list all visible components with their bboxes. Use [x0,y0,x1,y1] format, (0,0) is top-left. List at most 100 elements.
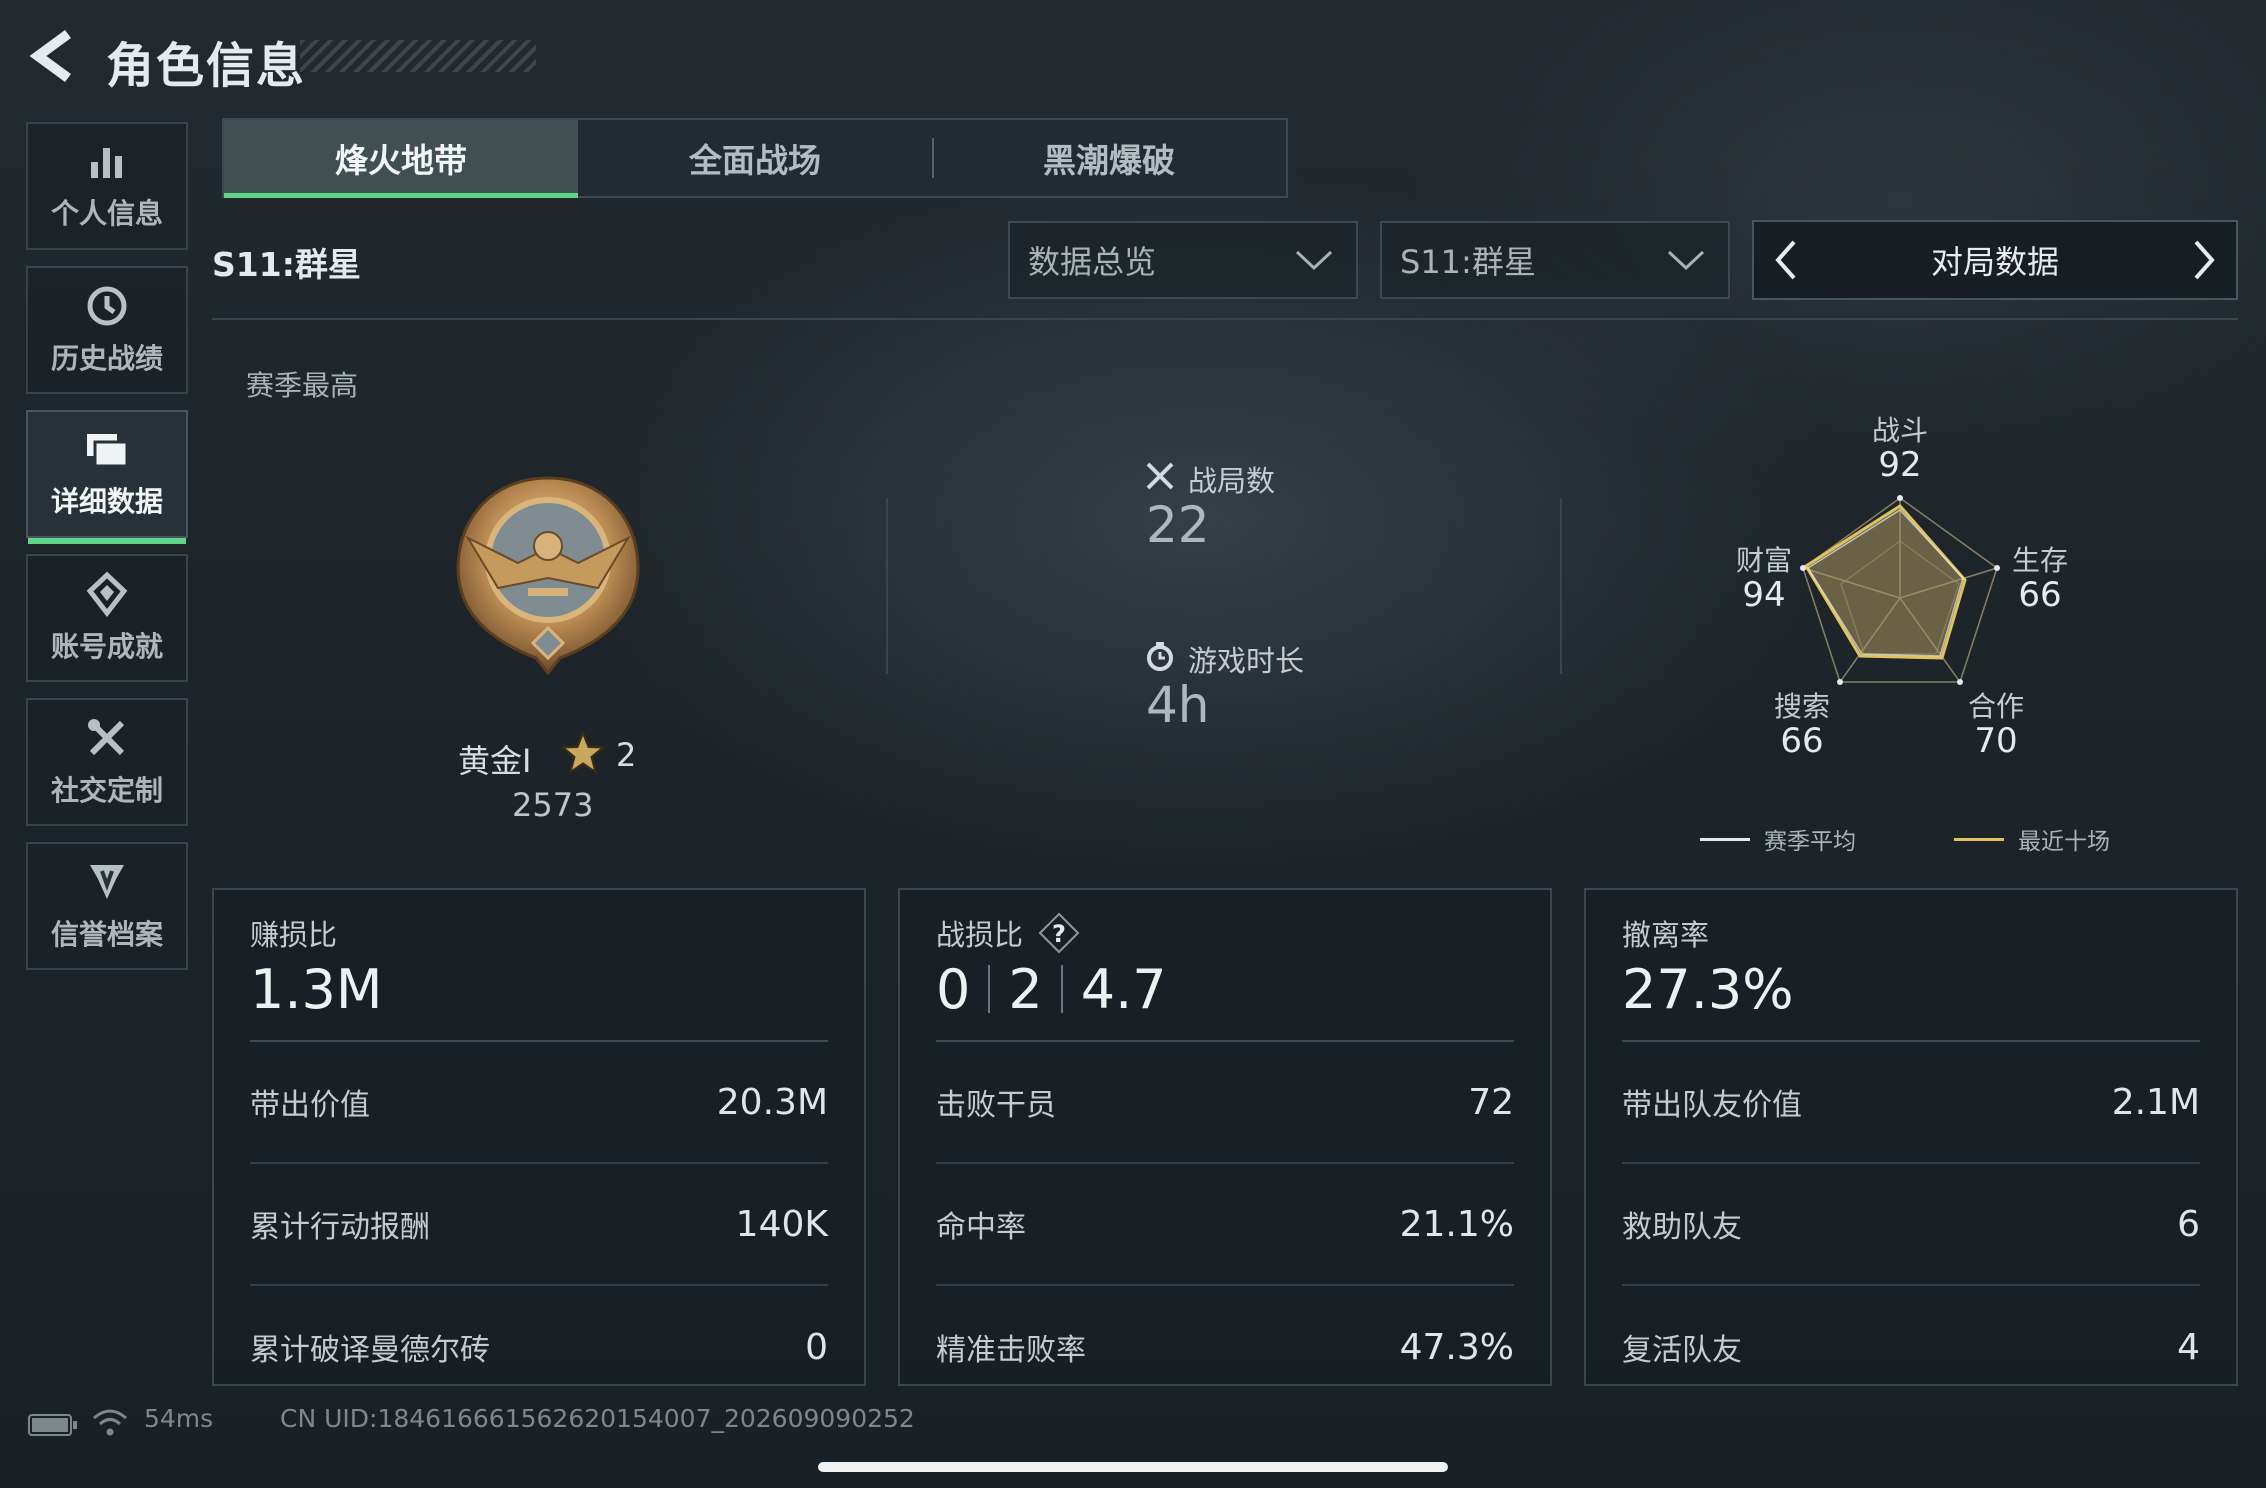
kd-card: 战损比 ? 0 2 4.7 击败干员 72 命中率 21.1% 精准击败率 47.3% [898,888,1552,1386]
stopwatch-icon [1147,642,1173,671]
radar-axis-value: 94 [1742,574,1786,615]
stat-value: 140K [735,1203,828,1245]
back-arrow-icon [29,29,71,83]
mode-tabs: 烽火地带 全面战场 黑潮爆破 [222,118,1288,198]
sidebar-item-achievements[interactable]: 账号成就 [26,554,188,682]
card-main-value: 1.3M [250,957,383,1021]
help-diamond-icon: ? [1038,912,1080,954]
ping-text: 54ms [144,1404,214,1433]
radar-axis-label: 生存 [2011,544,2068,577]
back-button[interactable] [28,28,78,84]
separator [1060,965,1063,1013]
overview-select-value: 数据总览 [1028,243,1157,281]
title-decoration [300,40,536,72]
extraction-card: 撤离率 27.3% 带出队友价值 2.1M 救助队友 6 复活队友 4 [1584,888,2238,1386]
divider [212,318,2238,320]
stat-value: 0 [805,1326,828,1368]
chevron-right-icon [2194,240,2215,280]
rank-name: 黄金I [458,742,532,780]
tab-black-tide[interactable]: 黑潮爆破 [932,120,1286,196]
stat-row: 击败干员 72 [936,1042,1514,1164]
stat-row: 精准击败率 47.3% [936,1286,1514,1408]
overview-select[interactable]: 数据总览 [1008,221,1358,299]
sidebar-item-profile[interactable]: 个人信息 [26,122,188,250]
card-title: 赚损比 [250,918,338,952]
legend-season-average: 赛季平均 [1700,822,1856,856]
stat-value: 21.1% [1399,1203,1514,1245]
pager-next-button[interactable] [2190,238,2218,282]
pager-prev-button[interactable] [1772,238,1800,282]
stat-row: 带出队友价值 2.1M [1622,1042,2200,1164]
season-best-label: 赛季最高 [246,369,359,402]
legend-label: 最近十场 [2018,829,2110,855]
page-title: 角色信息 [106,38,307,94]
card-main-value: 27.3% [1622,957,1794,1021]
stat-row: 累计行动报酬 140K [250,1164,828,1286]
radar-axis-combat: 战斗 92 [1860,415,1940,485]
sidebar-item-social[interactable]: 社交定制 [26,698,188,826]
season-title: S11:群星 [212,245,361,284]
legend-recent-ten: 最近十场 [1954,822,2110,856]
sidebar-item-detailed-data[interactable]: 详细数据 [26,410,188,544]
radar-axis-label: 财富 [1735,544,1792,577]
stat-label: 复活队友 [1622,1333,1742,1368]
kd-part: 0 [936,957,971,1021]
uid-text: CN UID:18461666156262015400​7_2026090902… [280,1404,915,1433]
sidebar-item-label: 社交定制 [50,774,163,807]
kd-part: 2 [1008,957,1043,1021]
data-pager: 对局数据 [1752,220,2238,300]
sidebar-item-label: 历史战绩 [50,342,163,375]
pager-label: 对局数据 [1930,243,2059,281]
gold-rank-medal-icon [456,476,640,676]
radar-axis-survival: 生存 66 [2000,544,2080,614]
stat-value: 47.3% [1399,1326,1514,1368]
legend-swatch [1954,837,2004,841]
divider [886,498,888,674]
bar-chart-icon [91,148,122,178]
stat-label: 累计行动报酬 [250,1210,430,1245]
stat-label: 带出价值 [250,1088,370,1123]
stat-row: 复活队友 4 [1622,1286,2200,1408]
radar-axis-wealth: 财富 94 [1724,544,1804,615]
radar-axis-search: 搜索 66 [1762,690,1842,760]
stat-row: 命中率 21.1% [936,1164,1514,1286]
radar-axis-teamwork: 合作 70 [1956,691,2036,761]
stat-row: 带出价值 20.3M [250,1042,828,1164]
crossed-swords-icon [1146,462,1174,490]
stat-row: 累计破译曼德尔砖 0 [250,1286,828,1408]
sidebar-item-reputation[interactable]: 信誉档案 [26,842,188,970]
history-clock-icon [87,286,127,326]
sidebar-item-label: 账号成就 [50,630,163,663]
season-select[interactable]: S11:群星 [1380,221,1730,299]
radar-axis-value: 92 [1878,444,1922,485]
stat-label: 累计破译曼德尔砖 [250,1333,490,1368]
divider [1560,498,1562,674]
separator [988,965,991,1013]
stat-label: 精准击败率 [936,1333,1086,1368]
wifi-icon [93,1409,127,1436]
home-indicator[interactable] [818,1462,1448,1472]
radar-axis-value: 70 [1974,720,2018,761]
legend-label: 赛季平均 [1764,829,1856,855]
legend-swatch [1700,837,1750,841]
tools-icon [88,719,125,756]
card-title: 战损比 [936,918,1024,952]
rank-star-count: 2 [616,736,637,774]
tab-full-battlefield[interactable]: 全面战场 [578,120,932,196]
stat-label: 命中率 [936,1210,1026,1245]
stat-value: 72 [1468,1081,1514,1123]
data-folder-icon [87,434,129,468]
sidebar-item-history[interactable]: 历史战绩 [26,266,188,394]
help-icon[interactable]: ? [1037,911,1081,955]
ability-radar-chart [1800,495,2000,685]
card-title: 撤离率 [1622,918,1710,952]
reputation-shield-icon [90,865,124,899]
card-main-value: 0 2 4.7 [936,956,1514,1022]
radar-axis-label: 搜索 [1773,690,1830,723]
battery-icon [28,1414,77,1436]
playtime-value: 4h [1146,676,1210,734]
stat-row: 救助队友 6 [1622,1164,2200,1286]
tab-firezone[interactable]: 烽火地带 [224,120,578,198]
svg-text:?: ? [1052,920,1066,948]
achievement-icon [86,571,128,617]
